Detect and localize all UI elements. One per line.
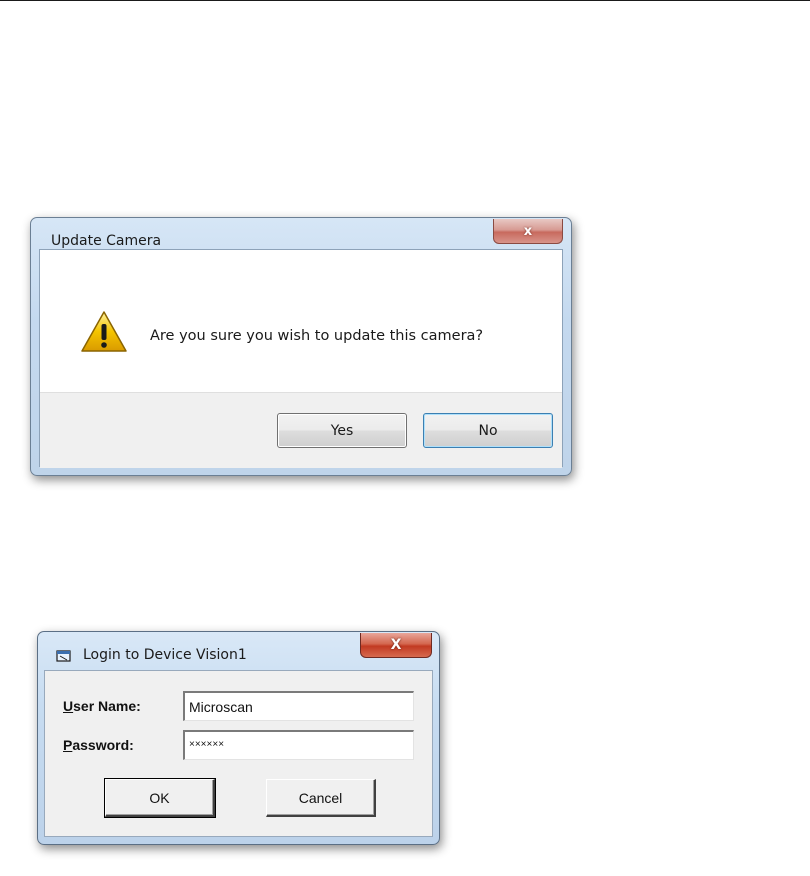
update-camera-dialog: Update Camera x Are you sure you wish to…: [30, 217, 572, 476]
close-icon: x: [523, 223, 533, 239]
close-button[interactable]: X: [360, 633, 432, 658]
user-name-label: User Name:: [63, 698, 141, 714]
ok-button[interactable]: OK: [104, 778, 216, 818]
no-button[interactable]: No: [423, 413, 553, 448]
warning-icon: [81, 311, 127, 352]
top-rule: [0, 0, 810, 1]
close-button[interactable]: x: [493, 219, 563, 244]
password-field[interactable]: [183, 730, 414, 760]
dialog-title: Login to Device Vision1: [83, 647, 247, 663]
dialog-footer: Yes No: [40, 392, 562, 468]
user-name-field[interactable]: [183, 691, 414, 721]
yes-button[interactable]: Yes: [277, 413, 407, 448]
dialog-title: Update Camera: [51, 233, 162, 249]
login-dialog: Login to Device Vision1 X User Name: Pas…: [37, 631, 440, 845]
dialog-body: User Name: Password: OK Cancel: [44, 670, 433, 837]
cancel-button[interactable]: Cancel: [266, 779, 376, 817]
window-app-icon: [56, 650, 71, 662]
password-label: Password:: [63, 737, 134, 753]
confirm-message: Are you sure you wish to update this cam…: [150, 328, 484, 344]
close-icon: X: [390, 637, 402, 653]
dialog-body: Are you sure you wish to update this cam…: [39, 249, 563, 468]
